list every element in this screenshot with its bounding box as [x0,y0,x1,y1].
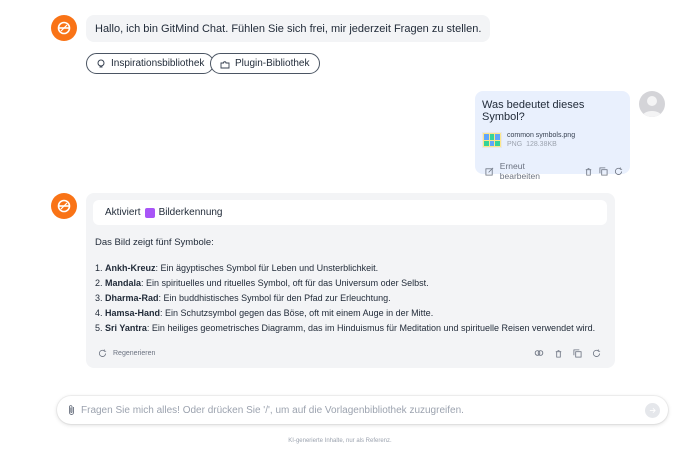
greeting-text: Hallo, ich bin GitMind Chat. Fühlen Sie … [95,22,482,35]
bot-avatar [51,15,77,41]
list-item: 1. Ankh-Kreuz: Ein ägyptisches Symbol fü… [95,263,379,273]
list-item: 3. Dharma-Rad: Ein buddhistisches Symbol… [95,293,391,303]
activated-feature-banner: Aktiviert Bilderkennung [93,200,607,225]
bot-avatar [51,193,77,219]
chat-input[interactable] [81,404,645,416]
user-message: Was bedeutet dieses Symbol? common symbo… [475,91,630,181]
send-icon [649,407,656,413]
list-item: 2. Mandala: Ein spirituelles und rituell… [95,278,429,288]
plugin-library-label: Plugin-Bibliothek [235,58,310,69]
user-avatar [639,91,665,117]
inspiration-library-label: Inspirationsbibliothek [111,58,205,69]
gitmind-logo-icon [57,21,71,35]
lightbulb-icon [96,59,106,69]
answer-actions: Regenerieren [93,348,607,358]
delete-icon[interactable] [584,166,594,176]
answer-intro: Das Bild zeigt fünf Symbole: [95,237,214,248]
copy-icon[interactable] [598,166,608,176]
file-thumbnail [482,132,502,148]
copy-icon[interactable] [572,348,582,358]
user-question: Was bedeutet dieses Symbol? [482,99,585,123]
image-recognition-icon [144,207,155,218]
link-icon[interactable] [534,348,544,358]
gitmind-logo-icon [57,199,71,213]
refresh-icon[interactable] [591,348,601,358]
activated-feature: Bilderkennung [158,207,223,218]
activated-prefix: Aktiviert [105,207,141,218]
bot-answer: Aktiviert Bilderkennung Das Bild zeigt f… [86,193,615,368]
disclaimer-note: KI-generierte Inhalte, nur als Referenz. [288,438,392,444]
edit-icon[interactable] [485,166,495,176]
inspiration-library-button[interactable]: Inspirationsbibliothek [86,53,215,74]
user-silhouette-icon [642,96,662,117]
list-item: 4. Hamsa-Hand: Ein Schutzsymbol gegen da… [95,308,434,318]
greeting-message: Hallo, ich bin GitMind Chat. Fühlen Sie … [86,15,491,42]
chat-input-bar [57,396,668,424]
send-button[interactable] [645,402,660,418]
file-size: 128.38KB [526,141,557,148]
symbol-list: 1. Ankh-Kreuz: Ein ägyptisches Symbol fü… [95,261,607,336]
file-type: PNG [507,141,523,148]
edit-again-button[interactable]: Erneut bearbeiten [500,161,566,181]
regenerate-label: Regenerieren [113,349,156,357]
puzzle-icon [220,59,230,69]
regenerate-icon [97,348,107,358]
paperclip-icon[interactable] [67,404,77,416]
file-meta: PNG 128.38KB [507,140,575,149]
file-attachment[interactable]: common symbols.png PNG 128.38KB [482,131,623,149]
file-name: common symbols.png [507,132,576,139]
user-message-actions: Erneut bearbeiten [482,161,623,181]
list-item: 5. Sri Yantra: Ein heiliges geometrische… [95,323,596,333]
answer-icon-actions [534,348,601,358]
regenerate-button[interactable]: Regenerieren [97,348,155,358]
delete-icon[interactable] [553,348,563,358]
plugin-library-button[interactable]: Plugin-Bibliothek [210,53,320,74]
refresh-icon[interactable] [613,166,623,176]
